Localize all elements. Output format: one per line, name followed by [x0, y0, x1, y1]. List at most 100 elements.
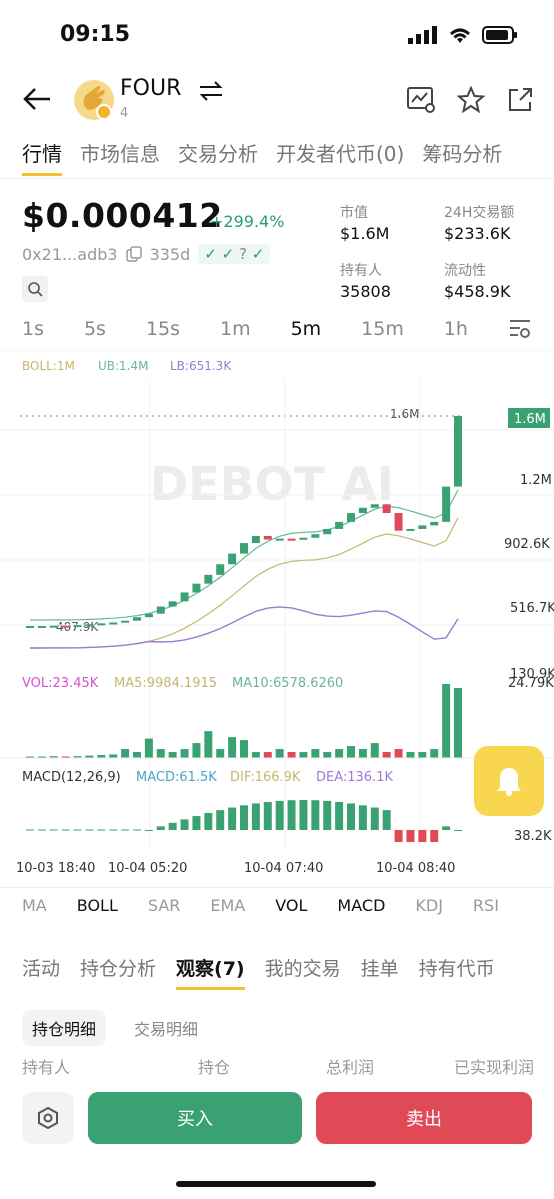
macd-bar — [323, 800, 332, 830]
volume-bar — [299, 752, 308, 758]
macd-bar — [287, 800, 296, 830]
price-chart[interactable]: DEBOT AI BOLL:1M UB:1.4M LB:651.3K 1.6M … — [0, 350, 554, 885]
tab-holding-analysis[interactable]: 持仓分析 — [80, 954, 156, 990]
time-axis: 10-03 18:40 10-04 05:20 10-04 07:40 10-0… — [16, 861, 455, 876]
swap-icon[interactable] — [198, 80, 224, 102]
macd-value: MACD:61.5K — [136, 770, 217, 785]
tab-activity[interactable]: 活动 — [22, 954, 60, 990]
tab-dev-tokens[interactable]: 开发者代币(0) — [276, 138, 404, 176]
status-icons — [408, 26, 518, 44]
trade-settings-button[interactable] — [22, 1092, 74, 1144]
candle — [49, 625, 58, 628]
candle — [323, 528, 332, 535]
macd-bar — [311, 800, 320, 830]
tab-trade-analysis[interactable]: 交易分析 — [178, 138, 258, 176]
alert-button[interactable] — [474, 746, 544, 816]
chart-watch-icon[interactable] — [406, 86, 436, 114]
candle — [37, 626, 46, 628]
liquidity-label: 流动性 — [444, 263, 486, 279]
ind-ma[interactable]: MA — [22, 896, 47, 915]
time-tick: 10-04 07:40 — [244, 861, 323, 876]
contract-address: 0x21...adb3 — [22, 244, 118, 264]
security-checks[interactable]: ✓ ✓ ? ✓ — [198, 244, 271, 264]
tf-1m[interactable]: 1m — [220, 318, 251, 340]
ind-rsi[interactable]: RSI — [473, 896, 499, 915]
boll-label: BOLL:1M — [22, 359, 75, 373]
tf-15m[interactable]: 15m — [361, 318, 404, 340]
volume-bar — [156, 749, 165, 758]
volume-bar — [251, 752, 260, 758]
home-indicator — [176, 1181, 376, 1187]
macd-bar — [299, 800, 308, 830]
tf-5m[interactable]: 5m — [291, 318, 322, 340]
candle — [430, 521, 439, 526]
search-button[interactable] — [22, 276, 48, 302]
tf-15s[interactable]: 15s — [146, 318, 180, 340]
volume-bar — [180, 749, 189, 758]
tab-chip-analysis[interactable]: 筹码分析 — [422, 138, 502, 176]
star-icon[interactable] — [457, 86, 485, 114]
volume-bar — [358, 749, 367, 758]
volume-bar — [109, 754, 118, 758]
ind-ema[interactable]: EMA — [210, 896, 245, 915]
ind-kdj[interactable]: KDJ — [415, 896, 443, 915]
price-axis: 1.2M 902.6K 516.7K 130.9K — [504, 473, 554, 682]
candle — [347, 513, 355, 522]
ind-boll[interactable]: BOLL — [77, 896, 118, 915]
chart-settings-icon[interactable] — [508, 318, 532, 340]
macd-bar — [454, 830, 462, 831]
candle — [85, 624, 94, 627]
volume-bar — [382, 752, 391, 758]
vol-label: VOL:23.45K — [22, 676, 99, 691]
price-axis-tick: 1.2M — [520, 473, 552, 488]
candle — [240, 543, 248, 554]
table-header: 持有人 持仓 总利润 已实现利润 — [22, 1054, 554, 1078]
tf-5s[interactable]: 5s — [84, 318, 106, 340]
dea-value: DEA:136.1K — [316, 770, 393, 785]
tab-watch[interactable]: 观察(7) — [176, 954, 245, 990]
col-position: 持仓 — [198, 1058, 231, 1077]
share-icon[interactable] — [506, 86, 534, 114]
tab-orders[interactable]: 挂单 — [361, 954, 399, 990]
copy-icon[interactable] — [125, 246, 142, 262]
ind-sar[interactable]: SAR — [148, 896, 181, 915]
search-icon — [28, 282, 43, 297]
tf-1h[interactable]: 1h — [444, 318, 468, 340]
trade-detail-pill[interactable]: 交易明细 — [134, 1016, 198, 1040]
buy-button[interactable]: 买入 — [88, 1092, 302, 1144]
macd-bar — [263, 801, 272, 830]
ind-vol[interactable]: VOL — [275, 896, 307, 915]
tab-holding-tokens[interactable]: 持有代币 — [419, 954, 495, 990]
tab-market[interactable]: 行情 — [22, 138, 62, 176]
macd-bar — [97, 829, 106, 831]
tab-my-trades[interactable]: 我的交易 — [265, 954, 341, 990]
current-price-value: 1.6M — [514, 412, 546, 427]
col-holder: 持有人 — [22, 1058, 71, 1077]
tab-market-info[interactable]: 市场信息 — [80, 138, 160, 176]
indicator-selector: MA BOLL SAR EMA VOL MACD KDJ RSI — [22, 896, 542, 915]
check-icon: ✓ — [221, 245, 235, 263]
price-change: +299.4% — [210, 212, 285, 231]
candle — [382, 504, 391, 514]
macd-bar — [192, 816, 201, 830]
volume-bar — [454, 688, 462, 758]
volume-bar — [430, 749, 439, 758]
ma10-label: MA10:6578.6260 — [232, 676, 343, 691]
macd-bar — [121, 829, 130, 831]
ind-macd[interactable]: MACD — [337, 896, 385, 915]
candle — [97, 623, 106, 626]
candle — [168, 601, 177, 607]
token-name: FOUR — [120, 76, 182, 101]
candle — [121, 620, 130, 623]
holding-detail-pill[interactable]: 持仓明细 — [22, 1010, 107, 1046]
sell-button[interactable]: 卖出 — [316, 1092, 532, 1144]
macd-bar — [109, 829, 118, 831]
volume-bar — [192, 743, 201, 758]
tf-1s[interactable]: 1s — [22, 318, 44, 340]
token-age: 335d — [149, 244, 191, 264]
mcap-label: 市值 — [340, 205, 368, 221]
macd-bar — [240, 805, 248, 830]
macd-bar — [382, 810, 391, 830]
candle — [109, 622, 118, 625]
back-arrow-icon[interactable] — [22, 86, 52, 112]
